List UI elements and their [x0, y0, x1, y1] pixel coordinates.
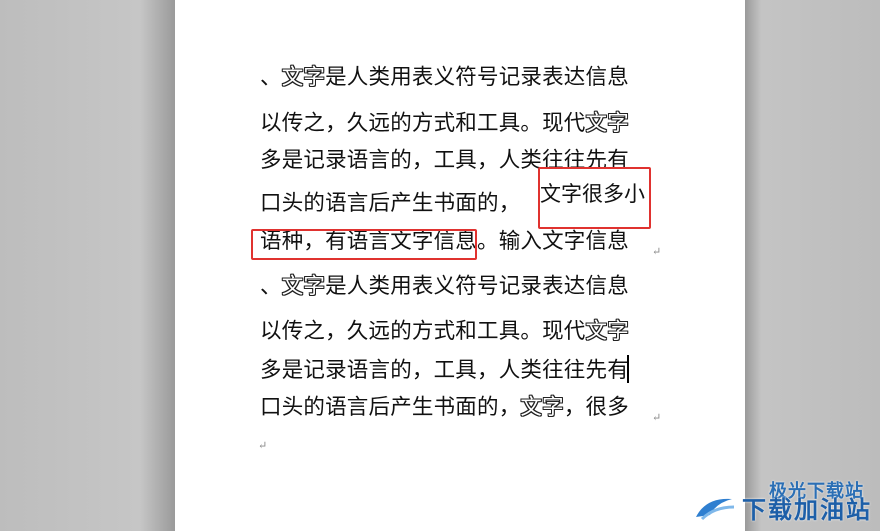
- outlined-text: 文字: [585, 319, 629, 344]
- outlined-text: 文字: [585, 111, 629, 136]
- watermark-bottom-text: 下载加油站: [742, 496, 872, 524]
- outlined-text: 文字: [281, 65, 326, 90]
- paragraph-mark-icon: ↵: [258, 439, 268, 452]
- doc-line[interactable]: 、文字是人类用表义符号记录表达信息: [260, 61, 629, 95]
- line-text: 、: [260, 65, 282, 90]
- doc-line[interactable]: 口头的语言后产生书面的，文字，很多 ↵: [260, 391, 661, 425]
- doc-line[interactable]: 以传之，久远的方式和工具。现代文字: [260, 107, 629, 141]
- workspace-right: [745, 0, 880, 531]
- line-text: 口头的语言后产生书面的，: [260, 395, 521, 420]
- outlined-text: 文字: [281, 274, 326, 299]
- highlight-box-selection: [251, 229, 477, 260]
- paragraph-mark-icon: ↵: [652, 411, 662, 424]
- line-text: 多是记录语言的，工具，人类往往先: [260, 358, 608, 383]
- outlined-text: 文字: [520, 395, 564, 420]
- line-text: ，很多: [563, 395, 629, 420]
- line-text: 以传之，久远的方式和工具。现代: [260, 319, 586, 344]
- highlight-box-textbox: [538, 167, 651, 229]
- line-text: 、: [260, 274, 282, 299]
- line-text: 是人类用表义符号记录表达信息: [325, 65, 629, 90]
- line-text: 以传之，久远的方式和工具。现代: [260, 111, 586, 136]
- logo-icon: [696, 498, 735, 521]
- line-text: 有: [607, 358, 629, 383]
- doc-line[interactable]: 口头的语言后产生书面的，: [260, 187, 520, 221]
- watermark: 极光下载站 下载加油站: [692, 475, 872, 525]
- text-cursor: [627, 355, 629, 383]
- doc-line[interactable]: 以传之，久远的方式和工具。现代文字: [260, 315, 629, 349]
- line-text: 是人类用表义符号记录表达信息: [325, 274, 629, 299]
- doc-line[interactable]: 、文字是人类用表义符号记录表达信息: [260, 270, 629, 304]
- paragraph-mark-icon: ↵: [652, 245, 662, 258]
- line-text: 口头的语言后产生书面的，: [260, 191, 521, 216]
- workspace-left: [0, 0, 175, 531]
- doc-line[interactable]: 多是记录语言的，工具，人类往往先有: [260, 354, 629, 388]
